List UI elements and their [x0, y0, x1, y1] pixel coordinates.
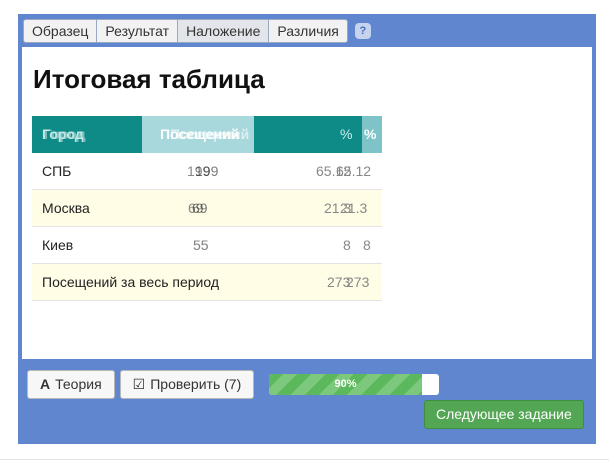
tab-overlay[interactable]: Наложение — [177, 19, 270, 43]
help-icon[interactable]: ? — [354, 23, 371, 39]
cell-pct: 8 — [343, 237, 351, 253]
check-button[interactable]: ☑ Проверить (7) — [119, 370, 255, 399]
header-pct: % — [340, 126, 353, 142]
action-bar: A Теория ☑ Проверить (7) — [27, 370, 259, 399]
check-icon: ☑ — [132, 376, 146, 392]
cell-pct-ghost: 65.12 — [336, 163, 372, 179]
cell-pct-ghost: 21.3 — [340, 200, 368, 216]
cell-city: Москва — [42, 200, 90, 216]
cell-visits-ghost: 55 — [193, 237, 209, 253]
cell-city: Киев — [42, 237, 74, 253]
check-label: Проверить (7) — [150, 376, 242, 392]
page-divider — [0, 459, 609, 460]
table-row: Киев 55 55 8 8 — [32, 227, 382, 264]
tab-diff[interactable]: Различия — [268, 19, 348, 43]
header-city-ghost: Город — [44, 126, 86, 142]
next-task-button[interactable]: Следующее задание — [424, 400, 584, 429]
tab-result[interactable]: Результат — [96, 19, 179, 43]
page-title: Итоговая таблица — [33, 64, 265, 94]
view-tabs: Образец Результат Наложение Различия ? — [23, 19, 371, 43]
theory-label: Теория — [55, 376, 102, 392]
tab-sample[interactable]: Образец — [23, 19, 98, 43]
table-row: Москва 69 69 21.3 21.3 — [32, 190, 382, 227]
footer-label: Посещений за весь период — [42, 274, 220, 290]
overlay-preview: Итоговая таблица Город Город Посещений П… — [22, 47, 592, 359]
cell-city: СПБ — [42, 163, 72, 179]
cell-visits-ghost: 199 — [195, 163, 219, 179]
table-footer-row: Посещений за весь период 273 273 — [32, 264, 382, 301]
summary-table: Город Город Посещений Посещений % % СПБ … — [32, 116, 382, 301]
table-header: Город Город Посещений Посещений % % — [32, 116, 382, 153]
progress-fill: 90% — [269, 374, 422, 395]
header-visits-ghost: Посещений — [170, 126, 250, 142]
footer-total-ghost: 273 — [346, 274, 370, 290]
task-frame: Образец Результат Наложение Различия ? И… — [18, 14, 596, 444]
theory-button[interactable]: A Теория — [27, 370, 115, 399]
progress-bar: 90% — [269, 374, 439, 395]
header-pct-ghost: % — [364, 126, 377, 142]
cell-pct-ghost: 8 — [363, 237, 371, 253]
table-row: СПБ 199 199 65.12 65.12 — [32, 153, 382, 190]
theory-icon: A — [40, 376, 51, 392]
cell-visits-ghost: 69 — [192, 200, 208, 216]
